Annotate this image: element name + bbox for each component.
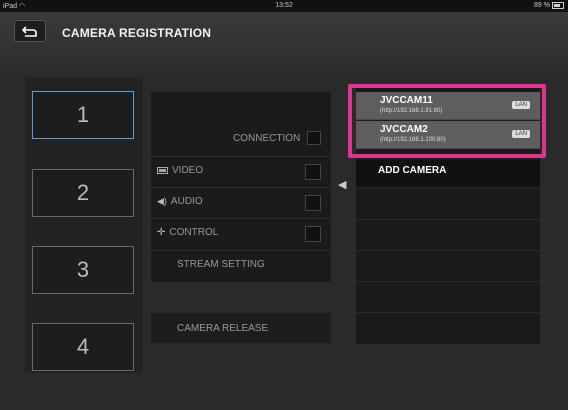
empty-list-row <box>356 219 540 249</box>
page-title: CAMERA REGISTRATION <box>62 26 212 40</box>
back-button[interactable] <box>14 20 46 42</box>
control-row-label: ✛ CONTROL <box>157 227 218 238</box>
battery-icon <box>552 2 564 9</box>
stream-setting-label: STREAM SETTING <box>177 259 265 270</box>
slot-4-button[interactable]: 4 <box>32 323 134 371</box>
empty-list-row <box>356 250 540 280</box>
slot-2-button[interactable]: 2 <box>32 169 134 217</box>
control-label: CONTROL <box>169 227 219 238</box>
add-camera-button[interactable]: ADD CAMERA <box>356 160 540 186</box>
video-row: VIDEO <box>151 156 331 186</box>
selection-highlight <box>348 84 546 158</box>
slot-3-button[interactable]: 3 <box>32 246 134 294</box>
audio-label: AUDIO <box>170 196 203 207</box>
video-icon <box>157 167 168 174</box>
connection-label: CONNECTION <box>233 133 301 144</box>
header <box>0 12 568 74</box>
audio-checkbox[interactable] <box>305 195 321 211</box>
speaker-icon: ◀) <box>157 196 167 206</box>
stream-setting-button[interactable]: STREAM SETTING <box>151 250 331 280</box>
battery-status: 89 % <box>534 2 564 9</box>
video-checkbox[interactable] <box>305 164 321 180</box>
empty-list-row <box>356 312 540 342</box>
connection-checkbox[interactable] <box>307 131 321 145</box>
control-checkbox[interactable] <box>305 226 321 242</box>
back-arrow-icon <box>22 26 37 37</box>
audio-row: ◀) AUDIO <box>151 187 331 217</box>
empty-list-row <box>356 188 540 218</box>
status-bar: iPad ◠ 13:52 89 % <box>0 0 568 12</box>
video-label: VIDEO <box>172 165 204 176</box>
empty-list-row <box>356 281 540 311</box>
audio-row-label: ◀) AUDIO <box>157 196 203 207</box>
control-row: ✛ CONTROL <box>151 218 331 248</box>
camera-release-button[interactable]: CAMERA RELEASE <box>151 313 331 343</box>
control-cross-icon: ✛ <box>157 227 166 238</box>
left-arrow-icon: ◀ <box>338 179 347 191</box>
video-row-label: VIDEO <box>157 165 203 176</box>
status-time: 13:52 <box>275 2 293 9</box>
slot-1-button[interactable]: 1 <box>32 91 134 139</box>
